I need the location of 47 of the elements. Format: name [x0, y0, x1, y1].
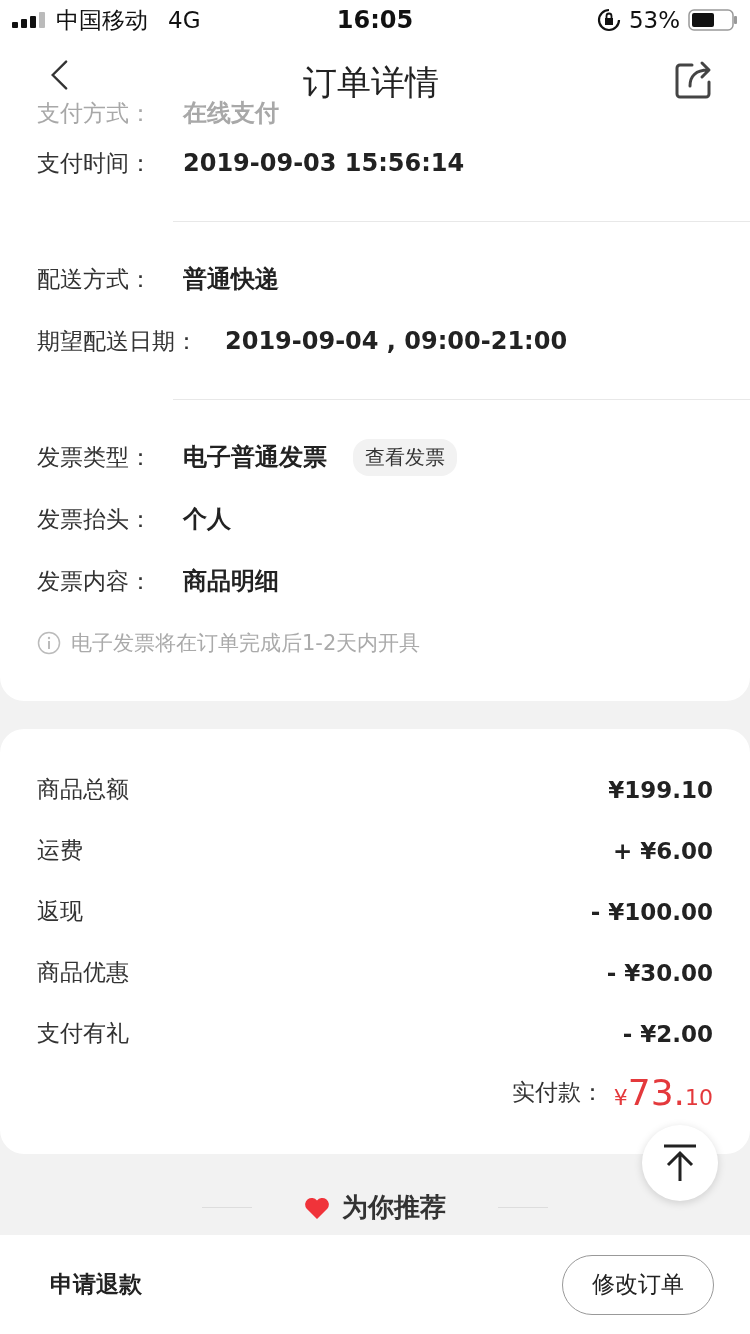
recommend-title: 为你推荐	[342, 1191, 446, 1224]
amount-label: 商品总额	[37, 775, 129, 804]
field-label: 发票抬头：	[37, 504, 153, 534]
refund-button[interactable]: 申请退款	[50, 1269, 142, 1300]
amount-value: - ¥2.00	[622, 1020, 713, 1047]
field-value: 2019-09-03 15:56:14	[183, 149, 465, 177]
amount-label: 返现	[37, 897, 83, 926]
back-icon	[50, 60, 68, 90]
field-label: 支付时间：	[37, 148, 153, 178]
amount-value: + ¥6.00	[612, 837, 713, 864]
amount-label: 支付有礼	[37, 1019, 129, 1048]
signal-icon	[12, 12, 46, 28]
field-label: 支付方式：	[37, 98, 153, 128]
field-value: 商品明细	[183, 566, 279, 597]
field-label: 期望配送日期：	[37, 326, 198, 356]
invoice-note: 电子发票将在订单完成后1-2天内开具	[71, 630, 421, 657]
amount-label: 商品优惠	[37, 958, 129, 987]
network-type: 4G	[168, 7, 201, 33]
amount-value: - ¥30.00	[606, 959, 713, 986]
amount-label: 运费	[37, 836, 83, 865]
carrier-name: 中国移动	[56, 5, 148, 35]
field-label: 配送方式：	[37, 264, 153, 294]
field-label: 发票类型：	[37, 442, 153, 472]
field-value: 普通快递	[183, 264, 279, 295]
info-icon	[37, 631, 61, 655]
total-amount: ¥73.10	[613, 1071, 713, 1113]
field-value: 个人	[183, 504, 231, 535]
field-label: 发票内容：	[37, 566, 153, 596]
field-value: 2019-09-04 , 09:00-21:00	[225, 327, 568, 355]
total-label: 实付款：	[511, 1077, 604, 1107]
amount-value: - ¥100.00	[590, 898, 713, 925]
amount-value: ¥199.10	[608, 776, 713, 803]
clock-time: 16:05	[336, 6, 414, 34]
page-title: 订单详情	[303, 61, 439, 104]
battery-percent: 53%	[628, 7, 680, 33]
field-value: 在线支付	[183, 98, 279, 129]
share-icon	[674, 60, 714, 100]
modify-order-button[interactable]: 修改订单	[562, 1254, 714, 1315]
heart-icon	[304, 1196, 330, 1219]
share-button[interactable]	[674, 60, 714, 100]
battery-icon	[688, 9, 738, 31]
rotation-lock-icon	[596, 8, 621, 32]
scroll-top-button[interactable]	[642, 1125, 718, 1201]
view-invoice-button[interactable]: 查看发票	[353, 438, 457, 476]
field-value: 电子普通发票	[183, 442, 327, 473]
back-button[interactable]	[50, 60, 68, 90]
arrow-up-icon	[662, 1143, 698, 1183]
